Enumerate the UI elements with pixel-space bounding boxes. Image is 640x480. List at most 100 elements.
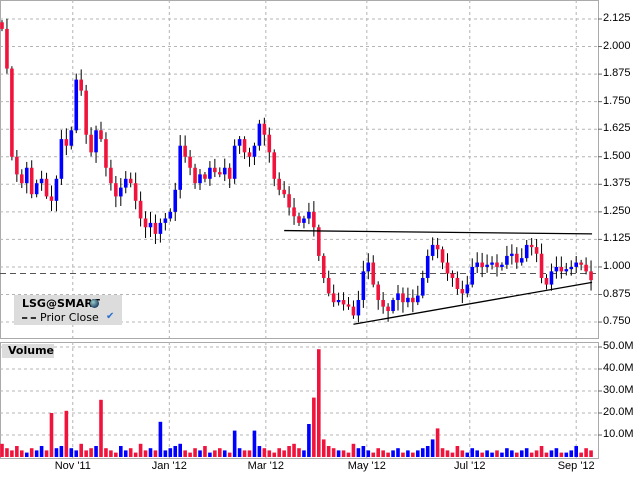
volume-bar <box>252 430 257 457</box>
candle-body <box>331 293 336 303</box>
volume-bar <box>391 450 395 457</box>
candle-body <box>292 207 296 217</box>
volume-bar <box>109 450 113 457</box>
volume-bar <box>554 448 559 457</box>
candle-body <box>579 262 583 265</box>
volume-bar <box>193 448 197 457</box>
candle-body <box>178 145 182 190</box>
volume-bar <box>297 448 301 457</box>
volume-bar <box>450 452 455 457</box>
price-tick-label: 0.875 <box>603 287 631 300</box>
volume-bar <box>495 450 499 457</box>
candle-body <box>312 211 316 228</box>
candle-body <box>425 255 430 278</box>
candle-body <box>321 255 326 278</box>
volume-bar <box>163 450 168 457</box>
volume-bar <box>470 448 475 457</box>
stock-chart[interactable] <box>0 0 640 480</box>
volume-bar <box>114 452 118 457</box>
candle-body <box>485 264 489 267</box>
price-tick-label: 1.875 <box>603 67 631 80</box>
volume-bar <box>326 446 331 457</box>
volume-bar <box>465 452 470 457</box>
date-tick-label: Jan '12 <box>151 460 187 472</box>
candle-body <box>544 277 549 285</box>
candle-body <box>232 145 237 179</box>
volume-bar <box>475 450 479 457</box>
volume-bar <box>153 450 158 457</box>
candle-body <box>54 178 59 201</box>
candle-body <box>381 300 385 307</box>
volume-bar <box>138 443 143 457</box>
price-tick-label: 2.125 <box>603 12 631 24</box>
volume-bar <box>173 446 178 457</box>
volume-bar <box>15 446 19 457</box>
volume-bar <box>346 452 351 457</box>
candle-body <box>24 167 29 184</box>
candle-body <box>163 218 168 223</box>
volume-bar <box>198 450 202 457</box>
prior-close-label: Prior Close <box>40 311 99 324</box>
candle-body <box>29 167 34 195</box>
chart-legend[interactable]: LSG@SMART Prior Close ✔ <box>14 295 122 325</box>
volume-bar <box>203 446 207 457</box>
candle-body <box>193 167 197 184</box>
candle-body <box>386 306 390 312</box>
candle-body <box>559 266 564 272</box>
volume-bar <box>183 450 187 457</box>
volume-bar <box>79 443 83 457</box>
volume-bar <box>64 410 69 457</box>
candle-body <box>208 167 212 179</box>
candle-body <box>198 174 202 184</box>
price-panel-frame <box>0 0 599 339</box>
candle-body <box>252 145 257 157</box>
volume-bar <box>143 450 148 457</box>
candle-body <box>465 284 470 294</box>
candle-body <box>307 211 311 219</box>
volume-bar <box>59 446 64 457</box>
volume-tick-label: 50.0M <box>603 340 634 352</box>
candle-body <box>0 22 4 29</box>
globe-icon[interactable] <box>90 299 99 308</box>
volume-bar <box>272 452 277 457</box>
legend-prior-close: Prior Close <box>22 311 99 324</box>
volume-bar <box>232 430 237 457</box>
candle-body <box>168 211 173 219</box>
volume-bar <box>267 450 272 457</box>
volume-bar <box>128 448 133 457</box>
volume-bar <box>208 452 212 457</box>
volume-bar <box>485 450 489 457</box>
candle-body <box>440 249 445 263</box>
candle-body <box>455 277 460 289</box>
volume-tick-label: 40.0M <box>603 362 634 374</box>
date-tick-label: Nov '11 <box>54 460 91 472</box>
volume-panel-frame <box>0 342 599 459</box>
candle-body <box>529 244 534 248</box>
candle-body <box>213 167 217 173</box>
volume-bar <box>99 399 103 457</box>
candle-body <box>366 262 371 272</box>
candle-body <box>89 134 93 153</box>
candle-body <box>574 262 578 267</box>
candle-body <box>128 178 133 184</box>
candle-body <box>391 300 395 312</box>
candle-body <box>158 222 163 234</box>
candle-body <box>505 255 509 265</box>
candle-body <box>59 139 64 179</box>
candle-body <box>44 178 49 197</box>
candle-body <box>510 253 514 256</box>
checkmark-icon[interactable]: ✔ <box>106 311 114 322</box>
candle-body <box>123 178 128 188</box>
candle-body <box>242 139 247 153</box>
candle-body <box>584 264 588 272</box>
date-tick-label: Sep '12 <box>557 460 595 472</box>
volume-tick-label: 30.0M <box>603 384 634 396</box>
candle-body <box>218 172 222 175</box>
volume-bar <box>39 446 44 457</box>
volume-bar <box>242 450 247 457</box>
candle-body <box>104 139 108 168</box>
volume-bar <box>386 452 390 457</box>
volume-bar <box>510 450 514 457</box>
candle-body <box>79 79 83 91</box>
volume-bar <box>361 446 366 457</box>
